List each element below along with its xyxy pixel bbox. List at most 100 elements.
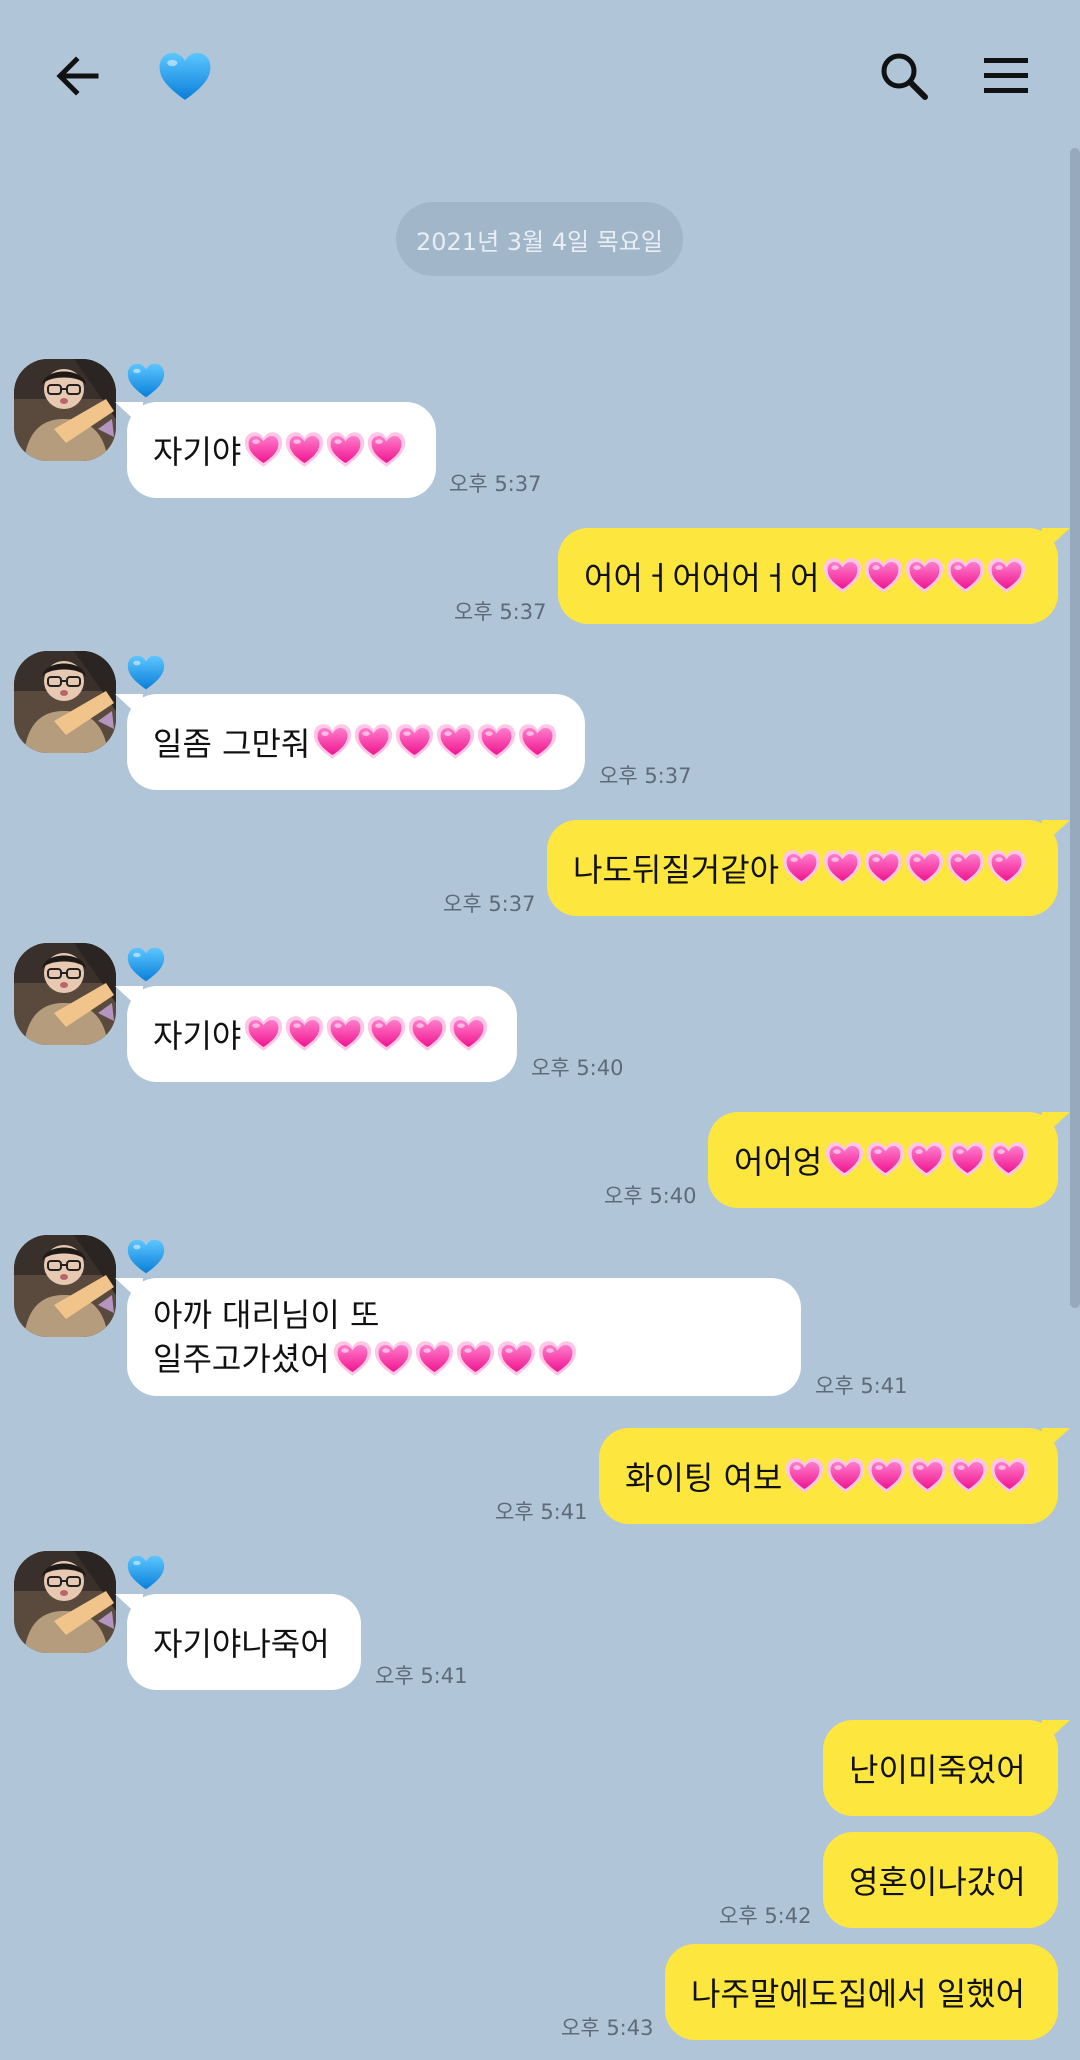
date-divider: 2021년 3월 4일 목요일 [396, 202, 683, 276]
message-timestamp: 오후 5:41 [815, 1374, 908, 1398]
pink-heart-icon [243, 1015, 284, 1053]
pink-heart-icon [373, 1340, 414, 1378]
sender-name-blue-heart-icon [126, 1553, 166, 1593]
pink-heart-icon [537, 1340, 578, 1378]
message-text: 나도뒤질거같아 [573, 851, 780, 889]
pink-heart-icon [822, 849, 863, 887]
pink-heart-icon [866, 1457, 907, 1495]
pink-heart-icon [366, 431, 407, 469]
heart-emojis [781, 849, 1027, 887]
incoming-message-bubble[interactable]: 자기야 [127, 402, 436, 498]
pink-heart-icon [435, 723, 476, 761]
message-timestamp: 오후 5:37 [443, 892, 536, 916]
incoming-message-bubble[interactable]: 아까 대리님이 또 일주고가셨어 [127, 1278, 801, 1396]
pink-heart-icon [476, 723, 517, 761]
outgoing-message-bubble[interactable]: 영혼이나갔어 [823, 1832, 1058, 1928]
sender-avatar[interactable] [14, 1235, 116, 1337]
pink-heart-icon [986, 849, 1027, 887]
pink-heart-icon [863, 557, 904, 595]
sender-avatar[interactable] [14, 651, 116, 753]
chat-title [150, 42, 220, 112]
pink-heart-icon [517, 723, 558, 761]
pink-heart-icon [332, 1340, 373, 1378]
heart-emojis [332, 1340, 578, 1378]
outgoing-message-bubble[interactable]: 어어엉 [708, 1112, 1058, 1208]
message-text: 일주고가셨어 [153, 1340, 330, 1378]
message-text: 나주말에도집에서 일했어 [691, 1975, 1026, 2013]
search-icon [881, 53, 928, 100]
message-text: 영혼이나갔어 [849, 1863, 1026, 1901]
message-timestamp: 오후 5:40 [604, 1184, 697, 1208]
pink-heart-icon [325, 1015, 366, 1053]
pink-heart-icon [284, 1015, 325, 1053]
incoming-message-bubble[interactable]: 자기야나죽어 [127, 1594, 361, 1690]
pink-heart-icon [904, 849, 945, 887]
message-text: 자기야 [153, 433, 242, 471]
message-text-line: 일주고가셨어 [153, 1337, 578, 1381]
pink-heart-icon [988, 1141, 1029, 1179]
pink-heart-icon [822, 557, 863, 595]
sender-name-blue-heart-icon [126, 653, 166, 693]
sender-avatar[interactable] [14, 359, 116, 461]
message-timestamp: 오후 5:41 [495, 1500, 588, 1524]
pink-heart-icon [989, 1457, 1030, 1495]
pink-heart-icon [865, 1141, 906, 1179]
chat-header [0, 0, 1080, 148]
heart-emojis [312, 723, 558, 761]
pink-heart-icon [366, 1015, 407, 1053]
pink-heart-icon [948, 1457, 989, 1495]
heart-emojis [824, 1141, 1029, 1179]
pink-heart-icon [455, 1340, 496, 1378]
pink-heart-icon [945, 849, 986, 887]
incoming-message-bubble[interactable]: 일좀 그만줘 [127, 694, 585, 790]
message-timestamp: 오후 5:40 [531, 1056, 624, 1080]
pink-heart-icon [986, 557, 1027, 595]
message-timestamp: 오후 5:42 [719, 1904, 812, 1928]
outgoing-message-bubble[interactable]: 난이미죽었어 [823, 1720, 1058, 1816]
sender-name-blue-heart-icon [126, 945, 166, 985]
heart-emojis [243, 1015, 489, 1053]
incoming-message-bubble[interactable]: 자기야 [127, 986, 517, 1082]
sender-avatar[interactable] [14, 1551, 116, 1653]
pink-heart-icon [945, 557, 986, 595]
sender-avatar[interactable] [14, 943, 116, 1045]
hamburger-menu-icon [984, 58, 1028, 93]
outgoing-message-bubble[interactable]: 어어ㅓ어어어ㅓ어 [558, 528, 1058, 624]
back-button[interactable] [40, 38, 116, 114]
outgoing-message-bubble[interactable]: 나주말에도집에서 일했어 [665, 1944, 1058, 2040]
message-text: 어어엉 [734, 1143, 823, 1181]
arrow-left-icon [56, 56, 99, 96]
message-timestamp: 오후 5:37 [454, 600, 547, 624]
outgoing-message-bubble[interactable]: 나도뒤질거같아 [547, 820, 1058, 916]
pink-heart-icon [907, 1457, 948, 1495]
pink-heart-icon [353, 723, 394, 761]
sender-name-blue-heart-icon [126, 361, 166, 401]
pink-heart-icon [863, 849, 904, 887]
pink-heart-icon [414, 1340, 455, 1378]
pink-heart-icon [284, 431, 325, 469]
pink-heart-icon [243, 431, 284, 469]
heart-emojis [784, 1457, 1030, 1495]
message-text: 일좀 그만줘 [153, 725, 311, 763]
message-timestamp: 오후 5:37 [449, 472, 542, 496]
outgoing-message-bubble[interactable]: 화이팅 여보 [599, 1428, 1058, 1524]
pink-heart-icon [906, 1141, 947, 1179]
message-text: 자기야 [153, 1017, 242, 1055]
search-button[interactable] [866, 38, 942, 114]
blue-heart-icon [157, 51, 213, 103]
menu-button[interactable] [968, 38, 1044, 114]
pink-heart-icon [394, 723, 435, 761]
message-timestamp: 오후 5:41 [375, 1664, 468, 1688]
pink-heart-icon [825, 1457, 866, 1495]
message-text: 난이미죽었어 [849, 1751, 1026, 1789]
pink-heart-icon [448, 1015, 489, 1053]
pink-heart-icon [824, 1141, 865, 1179]
pink-heart-icon [784, 1457, 825, 1495]
message-text: 자기야나죽어 [153, 1625, 330, 1663]
heart-emojis [243, 431, 407, 469]
scrollbar[interactable] [1070, 148, 1080, 1308]
pink-heart-icon [781, 849, 822, 887]
pink-heart-icon [312, 723, 353, 761]
pink-heart-icon [496, 1340, 537, 1378]
message-timestamp: 오후 5:43 [561, 2016, 654, 2040]
